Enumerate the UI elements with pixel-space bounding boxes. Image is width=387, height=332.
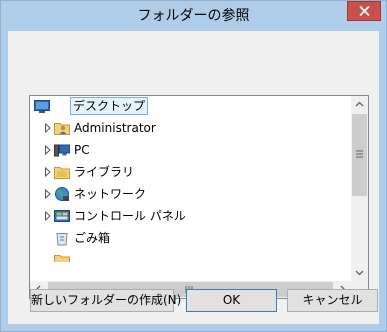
tree-item-label: コントロール パネル <box>74 209 186 223</box>
tree-item-label: デスクトップ <box>70 97 149 115</box>
tree-item-label: ライブラリ <box>74 165 135 179</box>
tree-item-desktop[interactable]: デスクトップ <box>30 96 352 116</box>
tree-item-pc[interactable]: PC <box>30 140 352 160</box>
expand-arrow-icon[interactable] <box>44 123 52 133</box>
tree-item-network[interactable]: ネットワーク <box>30 184 352 204</box>
tree-item-recycle-bin[interactable]: ごみ箱 <box>30 228 352 248</box>
recycle-bin-icon <box>56 233 68 246</box>
computer-icon <box>54 144 70 157</box>
window-title: フォルダーの参照 <box>137 8 250 24</box>
dialog-window: フォルダーの参照 デスクトップ Administrator PC ライブラリ ネ… <box>0 0 387 332</box>
title-bar[interactable]: フォルダーの参照 <box>1 1 386 31</box>
close-button[interactable] <box>347 1 381 21</box>
tree-item-label: PC <box>74 143 90 157</box>
dialog-client-area: デスクトップ Administrator PC ライブラリ ネットワーク コント… <box>8 31 379 324</box>
cancel-button[interactable]: キャンセル <box>287 289 378 312</box>
scroll-up-button[interactable] <box>351 96 368 113</box>
tree-item-partial[interactable] <box>30 250 352 262</box>
control-panel-icon <box>54 210 70 222</box>
library-folder-icon <box>54 167 70 179</box>
vertical-scrollbar[interactable] <box>351 96 368 281</box>
desktop-icon <box>34 100 50 113</box>
tree-item-library[interactable]: ライブラリ <box>30 162 352 182</box>
network-icon <box>55 187 69 201</box>
tree-item-label: ネットワーク <box>74 187 147 201</box>
expand-arrow-icon[interactable] <box>44 167 52 177</box>
expand-arrow-icon[interactable] <box>44 211 52 221</box>
vertical-scroll-thumb[interactable] <box>352 114 367 196</box>
grip-icon <box>356 150 363 158</box>
ok-button[interactable]: OK <box>186 289 277 312</box>
user-folder-icon <box>54 123 70 135</box>
expand-arrow-icon[interactable] <box>44 189 52 199</box>
expand-arrow-icon[interactable] <box>44 145 52 155</box>
folder-tree[interactable]: デスクトップ Administrator PC ライブラリ ネットワーク コント… <box>29 95 369 299</box>
folder-icon <box>54 255 70 262</box>
close-icon <box>359 6 370 16</box>
tree-item-label: Administrator <box>74 121 156 135</box>
tree-item-label: ごみ箱 <box>74 231 111 245</box>
new-folder-button[interactable]: 新しいフォルダーの作成(N) <box>30 289 181 312</box>
scroll-down-button[interactable] <box>351 264 368 281</box>
tree-item-control-panel[interactable]: コントロール パネル <box>30 206 352 226</box>
tree-item-administrator[interactable]: Administrator <box>30 118 352 138</box>
chevron-up-icon <box>355 101 364 107</box>
chevron-down-icon <box>355 270 364 276</box>
